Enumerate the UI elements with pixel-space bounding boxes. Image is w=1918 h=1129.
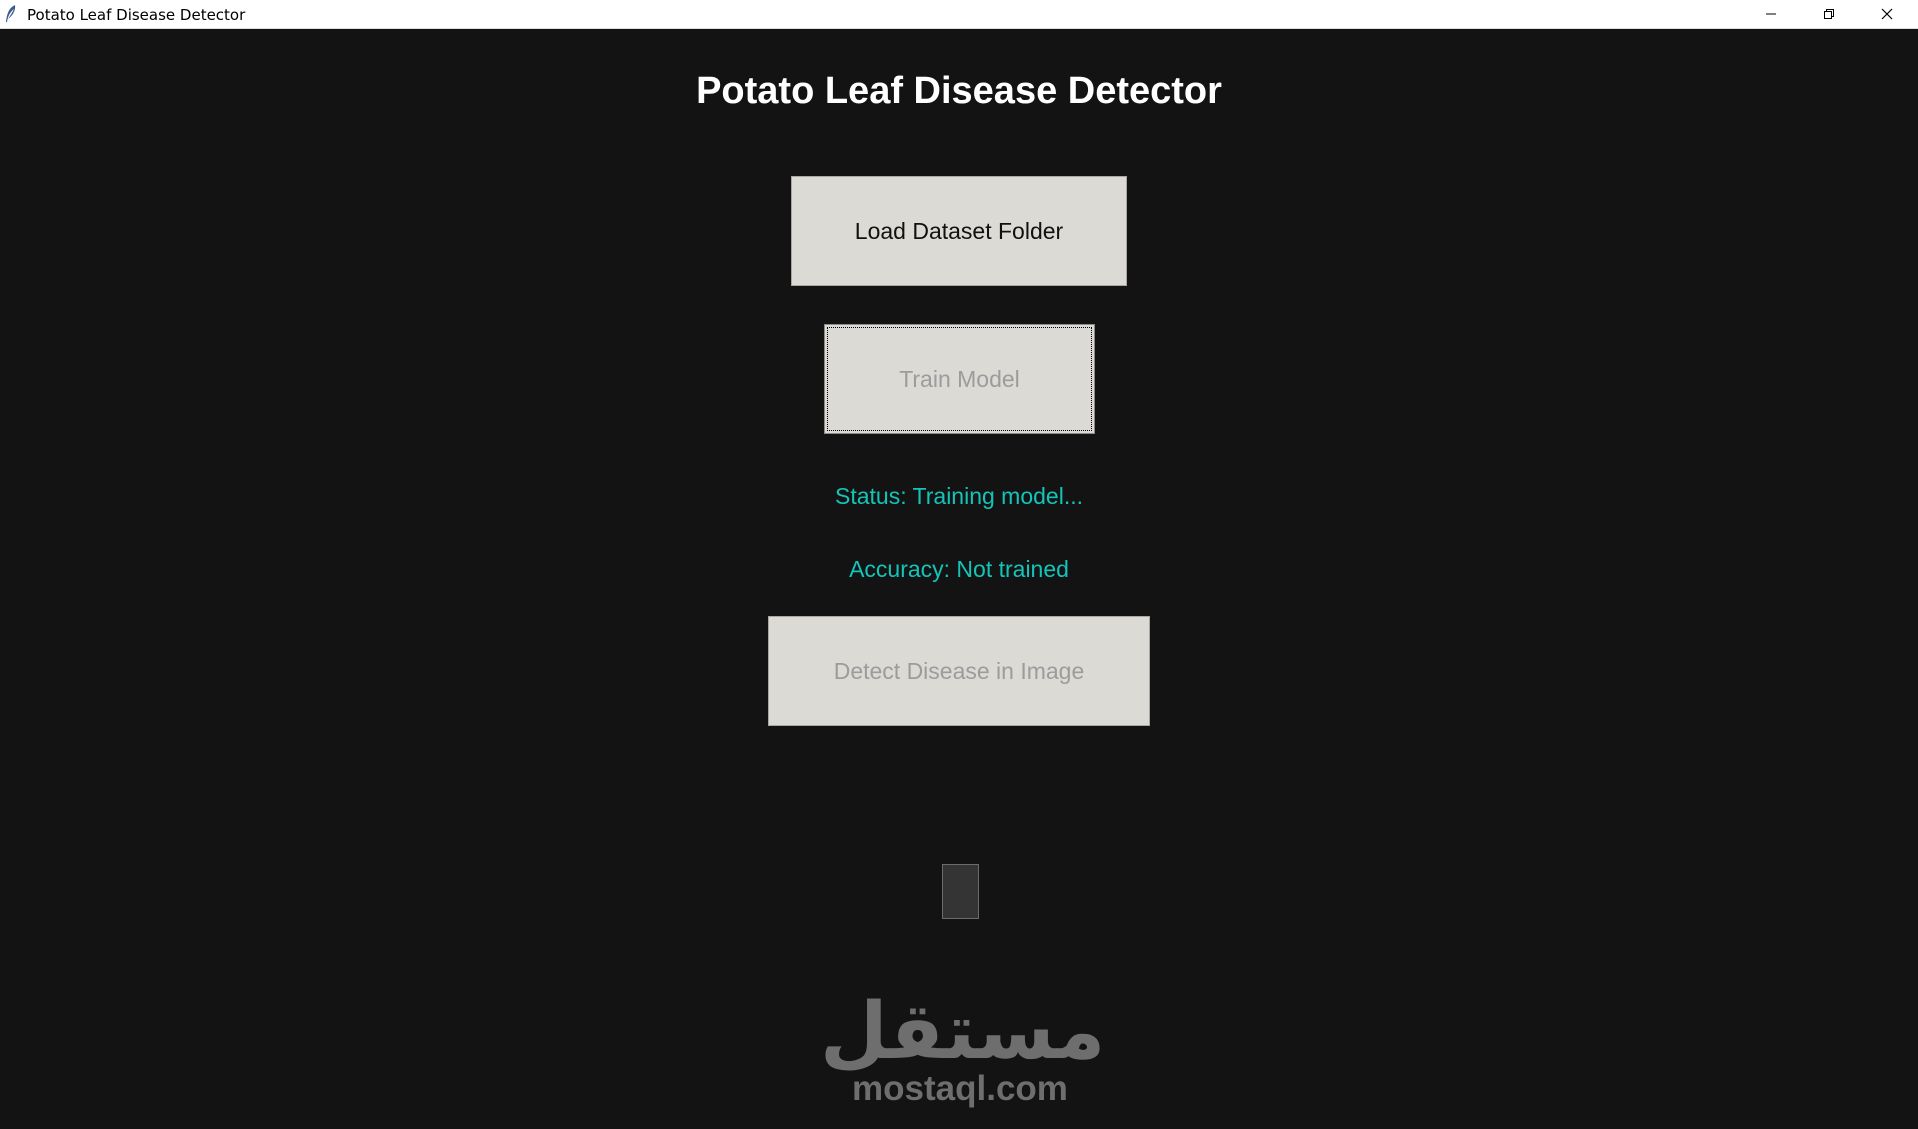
- train-model-button[interactable]: Train Model: [824, 324, 1095, 434]
- close-button[interactable]: [1858, 0, 1916, 28]
- image-preview: [942, 864, 979, 919]
- app-content: Potato Leaf Disease Detector Load Datase…: [0, 29, 1918, 1127]
- watermark-latin: mostaql.com: [852, 1069, 1068, 1108]
- watermark-logo: مستقل mostaql.com: [820, 987, 1106, 1129]
- restore-button[interactable]: [1800, 0, 1858, 28]
- restore-icon: [1824, 9, 1834, 19]
- load-dataset-button[interactable]: Load Dataset Folder: [791, 176, 1127, 286]
- page-title: Potato Leaf Disease Detector: [696, 70, 1222, 112]
- minimize-button[interactable]: [1742, 0, 1800, 28]
- window-titlebar: Potato Leaf Disease Detector: [0, 0, 1918, 29]
- accuracy-label: Accuracy: Not trained: [849, 556, 1069, 582]
- detect-disease-button[interactable]: Detect Disease in Image: [768, 616, 1150, 726]
- close-icon: [1881, 8, 1893, 20]
- minimize-icon: [1766, 13, 1776, 15]
- window-title: Potato Leaf Disease Detector: [27, 6, 246, 24]
- feather-icon: [6, 5, 16, 22]
- watermark-arabic: مستقل: [820, 987, 1106, 1077]
- status-label: Status: Training model...: [834, 483, 1083, 509]
